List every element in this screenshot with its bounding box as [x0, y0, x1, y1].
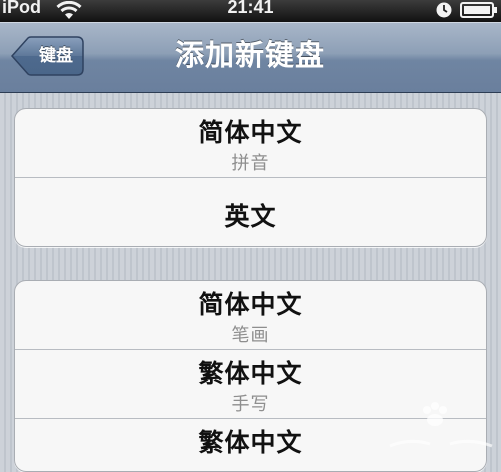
watermark-logo [380, 398, 498, 454]
status-time: 21:41 [227, 0, 274, 17]
navigation-bar: 键盘 添加新键盘 [0, 22, 501, 93]
clock-icon [435, 1, 453, 24]
keyboard-option-title: 简体中文 [198, 290, 303, 319]
page-title: 添加新键盘 [174, 38, 325, 72]
keyboard-option-title: 简体中文 [198, 118, 303, 147]
keyboard-option-simplified-pinyin[interactable]: 简体中文 拼音 [15, 109, 486, 178]
status-bar: iPod 21:41 [0, 0, 501, 22]
battery-icon [460, 1, 498, 24]
keyboard-option-title: 英文 [224, 202, 277, 231]
keyboard-option-english[interactable]: 英文 [15, 178, 486, 246]
keyboard-group-1: 简体中文 拼音 英文 [14, 108, 487, 247]
keyboard-option-subtitle: 笔画 [231, 325, 270, 346]
keyboard-option-title: 繁体中文 [198, 359, 303, 388]
keyboard-option-simplified-stroke[interactable]: 简体中文 笔画 [15, 281, 486, 350]
back-button[interactable]: 键盘 [10, 36, 84, 76]
keyboard-option-subtitle: 拼音 [231, 153, 270, 174]
back-button-label: 键盘 [39, 46, 73, 66]
